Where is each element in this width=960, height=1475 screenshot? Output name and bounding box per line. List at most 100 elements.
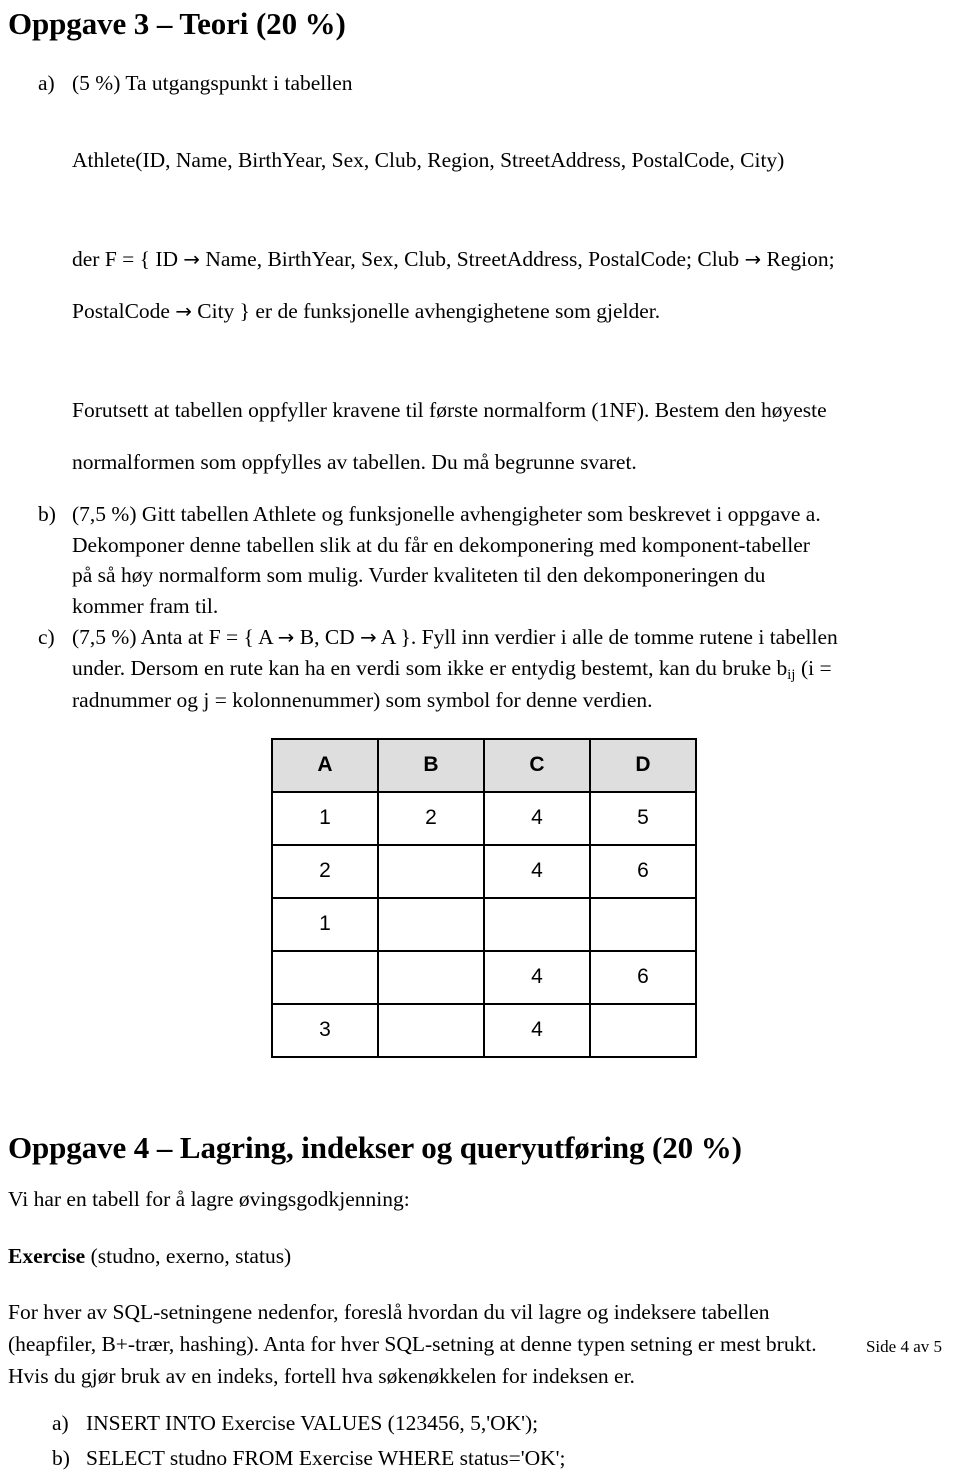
page-footer: Side 4 av 5 xyxy=(865,1337,942,1356)
table-cell: 2 xyxy=(271,843,379,899)
exercise-relation-attrs: (studno, exerno, status) xyxy=(85,1243,292,1268)
item-c-line1-mid: B, CD xyxy=(294,624,361,649)
oppgave4-para-line2: (heapfiler, B+-trær, hashing). Anta for … xyxy=(8,1332,817,1356)
sql-marker-b: b) xyxy=(52,1445,70,1470)
fd-line-2: PostalCode → City } er de funksjonelle a… xyxy=(72,296,952,327)
fd-line1-pre: der F = { ID xyxy=(72,246,184,271)
arrow-icon: → xyxy=(277,625,295,649)
table-cell: 3 xyxy=(271,1002,379,1058)
list-item-b: b) (7,5 %) Gitt tabellen Athlete og funk… xyxy=(8,499,952,622)
item-b-line3: på så høy normalform som mulig. Vurder k… xyxy=(72,563,766,588)
column-header-c: C xyxy=(483,737,591,793)
document-page: Oppgave 3 – Teori (20 %) a) (5 %) Ta utg… xyxy=(0,0,960,1470)
fd-set-block: der F = { ID → Name, BirthYear, Sex, Clu… xyxy=(8,244,952,327)
arrow-icon: → xyxy=(175,299,192,323)
abcd-table-head: A B C D xyxy=(271,737,697,793)
oppgave4-para-line1: For hver av SQL-setningene nedenfor, for… xyxy=(8,1300,770,1325)
list-marker-a: a) xyxy=(38,70,55,95)
item-a-para2-line1: Forutsett at tabellen oppfyller kravene … xyxy=(72,397,827,422)
column-header-a: A xyxy=(271,737,379,793)
table-cell: 1 xyxy=(271,790,379,846)
fd-line-1: der F = { ID → Name, BirthYear, Sex, Clu… xyxy=(72,244,952,275)
sql-marker-a: a) xyxy=(52,1411,69,1436)
table-row: 3 4 xyxy=(271,1002,697,1058)
item-b-line1: (7,5 %) Gitt tabellen Athlete og funksjo… xyxy=(72,501,821,526)
oppgave4-para-line3: Hvis du gjør bruk av en indeks, fortell … xyxy=(8,1363,635,1388)
table-cell xyxy=(377,896,485,952)
item-c-line2-pre: under. Dersom en rute kan ha en verdi so… xyxy=(72,655,788,680)
table-cell xyxy=(589,1002,697,1058)
exercise-relation: Exercise (studno, exerno, status) xyxy=(8,1241,952,1273)
list-marker-b: b) xyxy=(38,501,56,526)
sql-item-b: b) SELECT studno FROM Exercise WHERE sta… xyxy=(8,1441,952,1475)
sql-statement-insert: INSERT INTO Exercise VALUES (123456, 5,'… xyxy=(86,1411,539,1436)
page-title-oppgave3: Oppgave 3 – Teori (20 %) xyxy=(8,6,346,41)
table-cell: 4 xyxy=(483,1002,591,1058)
table-cell: 5 xyxy=(589,790,697,846)
fd-line1-mid: Name, BirthYear, Sex, Club, StreetAddres… xyxy=(199,246,745,271)
fd-line2-post: City } er de funksjonelle avhengighetene… xyxy=(191,298,661,323)
item-c-line3: radnummer og j = kolonnenummer) som symb… xyxy=(72,687,653,712)
table-row: 4 6 xyxy=(271,949,697,1005)
abcd-table: A B C D 1 2 4 5 2 4 6 1 4 6 3 4 xyxy=(271,737,697,1058)
subscript-ij: ij xyxy=(787,666,796,683)
fd-line2-pre: PostalCode xyxy=(72,298,176,323)
oppgave3-list: a) (5 %) Ta utgangspunkt i tabellen Athl… xyxy=(8,68,952,716)
item-a-para2-line2: normalformen som oppfylles av tabellen. … xyxy=(72,449,637,474)
item-b-line4: kommer fram til. xyxy=(72,594,219,619)
arrow-icon: → xyxy=(360,625,377,649)
column-header-d: D xyxy=(589,737,697,793)
arrow-icon: → xyxy=(744,247,762,271)
page-title-oppgave4: Oppgave 4 – Lagring, indekser og queryut… xyxy=(8,1129,742,1165)
table-cell: 2 xyxy=(377,790,485,846)
list-marker-c: c) xyxy=(38,624,55,649)
list-item-a: a) (5 %) Ta utgangspunkt i tabellen xyxy=(8,68,952,99)
athlete-relation-block: Athlete(ID, Name, BirthYear, Sex, Club, … xyxy=(8,145,952,176)
item-c-line2-post: (i = xyxy=(795,655,832,680)
table-cell: 4 xyxy=(483,843,591,899)
table-row: 1 xyxy=(271,896,697,952)
item-b-line2: Dekomponer denne tabellen slik at du får… xyxy=(72,532,810,557)
column-header-b: B xyxy=(377,737,485,793)
table-header-row: A B C D xyxy=(271,737,697,793)
list-item-c: c) (7,5 %) Anta at F = { A → B, CD → A }… xyxy=(8,622,952,716)
table-cell: 4 xyxy=(483,790,591,846)
table-cell: 6 xyxy=(589,949,697,1005)
oppgave4-sql-list: a) INSERT INTO Exercise VALUES (123456, … xyxy=(8,1406,952,1475)
item-a-paragraph2: Forutsett at tabellen oppfyller kravene … xyxy=(8,395,952,478)
table-cell xyxy=(377,843,485,899)
item-c-line1-post: A }. Fyll inn verdier i alle de tomme ru… xyxy=(376,624,838,649)
item-c-line2: under. Dersom en rute kan ha en verdi so… xyxy=(72,653,952,685)
sql-item-a: a) INSERT INTO Exercise VALUES (123456, … xyxy=(8,1406,952,1440)
oppgave4-paragraph: For hver av SQL-setningene nedenfor, for… xyxy=(8,1297,952,1392)
abcd-table-body: 1 2 4 5 2 4 6 1 4 6 3 4 xyxy=(271,790,697,1058)
item-c-line1: (7,5 %) Anta at F = { A → B, CD → A }. F… xyxy=(72,622,952,653)
table-cell xyxy=(377,949,485,1005)
abcd-table-wrapper: A B C D 1 2 4 5 2 4 6 1 4 6 3 4 xyxy=(8,737,952,1058)
table-cell: 6 xyxy=(589,843,697,899)
oppgave4-intro: Vi har en tabell for å lagre øvingsgodkj… xyxy=(8,1187,410,1212)
table-cell xyxy=(589,896,697,952)
fd-line1-post: Region; xyxy=(761,246,835,271)
athlete-relation: Athlete(ID, Name, BirthYear, Sex, Club, … xyxy=(72,147,785,172)
exercise-relation-name: Exercise xyxy=(8,1243,86,1268)
table-cell xyxy=(483,896,591,952)
table-row: 1 2 4 5 xyxy=(271,790,697,846)
item-c-line1-pre: (7,5 %) Anta at F = { A xyxy=(72,624,278,649)
table-cell: 1 xyxy=(271,896,379,952)
table-cell: 4 xyxy=(483,949,591,1005)
table-cell xyxy=(377,1002,485,1058)
table-cell xyxy=(271,949,379,1005)
table-row: 2 4 6 xyxy=(271,843,697,899)
sql-statement-select: SELECT studno FROM Exercise WHERE status… xyxy=(86,1445,566,1470)
arrow-icon: → xyxy=(183,247,200,271)
